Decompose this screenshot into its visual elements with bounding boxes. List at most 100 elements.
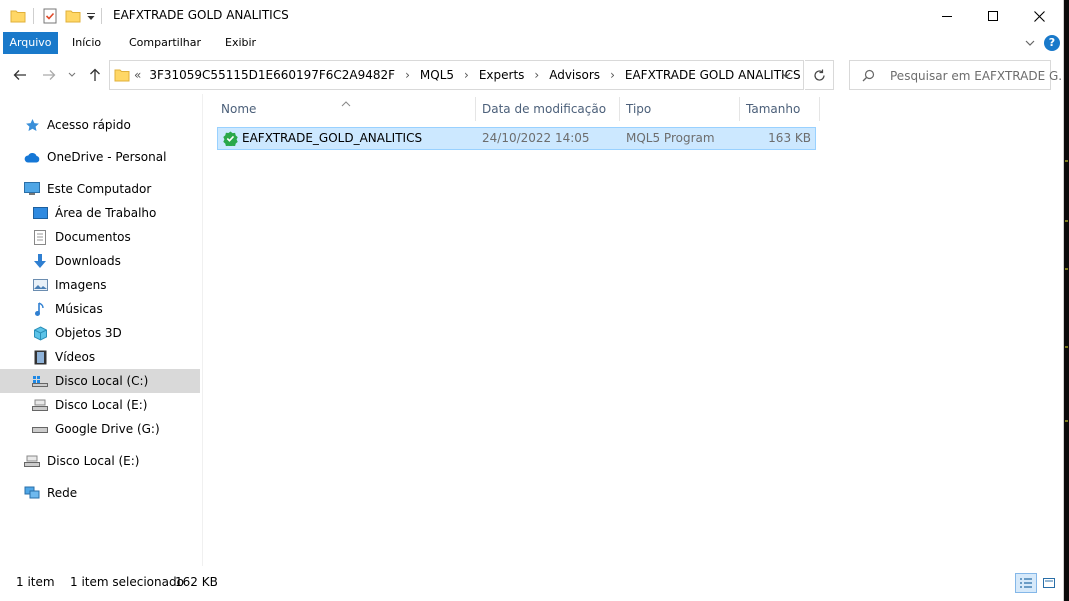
file-type: MQL5 Program (626, 131, 715, 145)
document-icon (32, 229, 48, 245)
navigation-bar: « 3F31059C55115D1E660197F6C2A9482F › MQL5… (0, 58, 1069, 92)
chevron-right-icon[interactable]: › (405, 68, 410, 82)
sidebar-item-rede[interactable]: Rede (0, 481, 200, 505)
breadcrumb-item[interactable]: Advisors (549, 68, 600, 82)
windows-drive-icon (32, 373, 48, 389)
sidebar-item-videos[interactable]: Vídeos (0, 345, 200, 369)
chevron-down-icon[interactable] (1024, 37, 1036, 49)
customize-toolbar-icon[interactable] (86, 7, 96, 25)
address-bar[interactable]: « 3F31059C55115D1E660197F6C2A9482F › MQL5… (109, 60, 804, 90)
sidebar-item-musicas[interactable]: Músicas (0, 297, 200, 321)
column-header-label: Data de modificação (482, 102, 607, 116)
sidebar-item-este-computador[interactable]: Este Computador (0, 177, 200, 201)
details-view-icon (1020, 578, 1032, 588)
status-selected-size: 162 KB (175, 575, 218, 589)
chevron-right-icon[interactable]: › (610, 68, 615, 82)
sidebar-item-label: Músicas (55, 302, 103, 316)
new-folder-icon[interactable] (65, 7, 81, 25)
sidebar-item-label: Disco Local (E:) (47, 454, 140, 468)
title-bar: EAFXTRADE GOLD ANALITICS (0, 0, 1064, 32)
download-icon (32, 253, 48, 269)
sidebar-item-label: Documentos (55, 230, 131, 244)
background-window-strip (1064, 0, 1069, 601)
file-size: 163 KB (768, 131, 811, 145)
properties-icon[interactable] (43, 7, 57, 25)
minimize-button[interactable] (924, 0, 970, 32)
column-header-tipo[interactable]: Tipo (620, 94, 740, 124)
column-header-tamanho[interactable]: Tamanho (740, 94, 820, 124)
tab-inicio[interactable]: Início (63, 32, 110, 54)
column-header-label: Nome (221, 102, 257, 116)
mql5-program-icon (223, 131, 238, 148)
folder-icon (10, 7, 26, 25)
breadcrumb-item[interactable]: 3F31059C55115D1E660197F6C2A9482F (149, 68, 395, 82)
large-icons-view-button[interactable] (1038, 573, 1060, 593)
sidebar-item-objetos-3d[interactable]: Objetos 3D (0, 321, 200, 345)
sidebar-item-label: Objetos 3D (55, 326, 122, 340)
sidebar-item-acesso-rapido[interactable]: Acesso rápido (0, 113, 200, 137)
sidebar-item-onedrive[interactable]: OneDrive - Personal (0, 145, 200, 169)
chevron-right-icon[interactable]: › (464, 68, 469, 82)
window-title: EAFXTRADE GOLD ANALITICS (113, 8, 289, 22)
sidebar-item-area-de-trabalho[interactable]: Área de Trabalho (0, 201, 200, 225)
ribbon: Arquivo Início Compartilhar Exibir ? (0, 32, 1064, 54)
chevron-right-icon[interactable]: › (534, 68, 539, 82)
breadcrumb-overflow[interactable]: « (134, 68, 141, 82)
file-list: Nome Data de modificação Tipo Tamanho EA… (203, 94, 1063, 566)
search-input[interactable]: Pesquisar em EAFXTRADE G... (849, 60, 1069, 90)
status-selected: 1 item selecionado (70, 575, 184, 589)
folder-icon (114, 68, 130, 85)
forward-arrow-icon[interactable] (39, 65, 59, 85)
file-modified: 24/10/2022 14:05 (482, 131, 590, 145)
sidebar-item-google-drive[interactable]: Google Drive (G:) (0, 417, 200, 441)
breadcrumb-item[interactable]: EAFXTRADE GOLD ANALITICS (625, 68, 801, 82)
image-icon (32, 277, 48, 293)
status-item-count: 1 item (16, 575, 55, 589)
table-row[interactable]: EAFXTRADE_GOLD_ANALITICS 24/10/2022 14:0… (217, 127, 816, 150)
cube-icon (32, 325, 48, 341)
network-icon (24, 485, 40, 501)
sidebar-item-documentos[interactable]: Documentos (0, 225, 200, 249)
address-history-chevron-icon[interactable] (780, 69, 792, 81)
column-header-label: Tipo (626, 102, 652, 116)
back-arrow-icon[interactable] (10, 65, 30, 85)
recent-locations-chevron-icon[interactable] (62, 65, 82, 85)
maximize-button[interactable] (970, 0, 1016, 32)
tab-exibir[interactable]: Exibir (216, 32, 265, 54)
file-explorer-window: EAFXTRADE GOLD ANALITICS Arquivo Início … (0, 0, 1069, 601)
breadcrumb-item[interactable]: Experts (479, 68, 525, 82)
tab-compartilhar[interactable]: Compartilhar (120, 32, 210, 54)
drive-icon (32, 421, 48, 437)
sidebar-item-label: Google Drive (G:) (55, 422, 160, 436)
sidebar-item-disco-local-e-root[interactable]: Disco Local (E:) (0, 449, 200, 473)
refresh-button[interactable] (805, 60, 834, 90)
drive-icon (24, 453, 40, 469)
column-header-label: Tamanho (746, 102, 801, 116)
cloud-icon (24, 149, 40, 165)
sidebar-item-label: Vídeos (55, 350, 96, 364)
sidebar-item-label: Este Computador (47, 182, 152, 196)
help-icon[interactable]: ? (1044, 35, 1060, 51)
close-button[interactable] (1016, 0, 1062, 32)
sidebar-item-label: Rede (47, 486, 78, 500)
star-icon (24, 117, 40, 133)
sidebar-item-disco-local-c[interactable]: Disco Local (C:) (0, 369, 200, 393)
sidebar-item-label: Acesso rápido (47, 118, 131, 132)
details-view-button[interactable] (1015, 573, 1037, 593)
sidebar-item-imagens[interactable]: Imagens (0, 273, 200, 297)
sidebar-item-label: OneDrive - Personal (47, 150, 167, 164)
breadcrumb: « 3F31059C55115D1E660197F6C2A9482F › MQL5… (134, 61, 807, 89)
navigation-pane: Acesso rápido OneDrive - Personal Este C… (0, 94, 203, 566)
sidebar-item-downloads[interactable]: Downloads (0, 249, 200, 273)
column-header-nome[interactable]: Nome (215, 94, 476, 124)
sidebar-item-label: Área de Trabalho (55, 206, 157, 220)
breadcrumb-item[interactable]: MQL5 (420, 68, 454, 82)
tab-arquivo[interactable]: Arquivo (3, 32, 58, 54)
column-header-data-modificacao[interactable]: Data de modificação (476, 94, 620, 124)
video-icon (32, 349, 48, 365)
desktop-icon (32, 205, 48, 221)
sidebar-item-disco-local-e[interactable]: Disco Local (E:) (0, 393, 200, 417)
large-icons-view-icon (1043, 578, 1055, 588)
up-arrow-icon[interactable] (85, 65, 105, 85)
sidebar-item-label: Disco Local (C:) (55, 374, 149, 388)
